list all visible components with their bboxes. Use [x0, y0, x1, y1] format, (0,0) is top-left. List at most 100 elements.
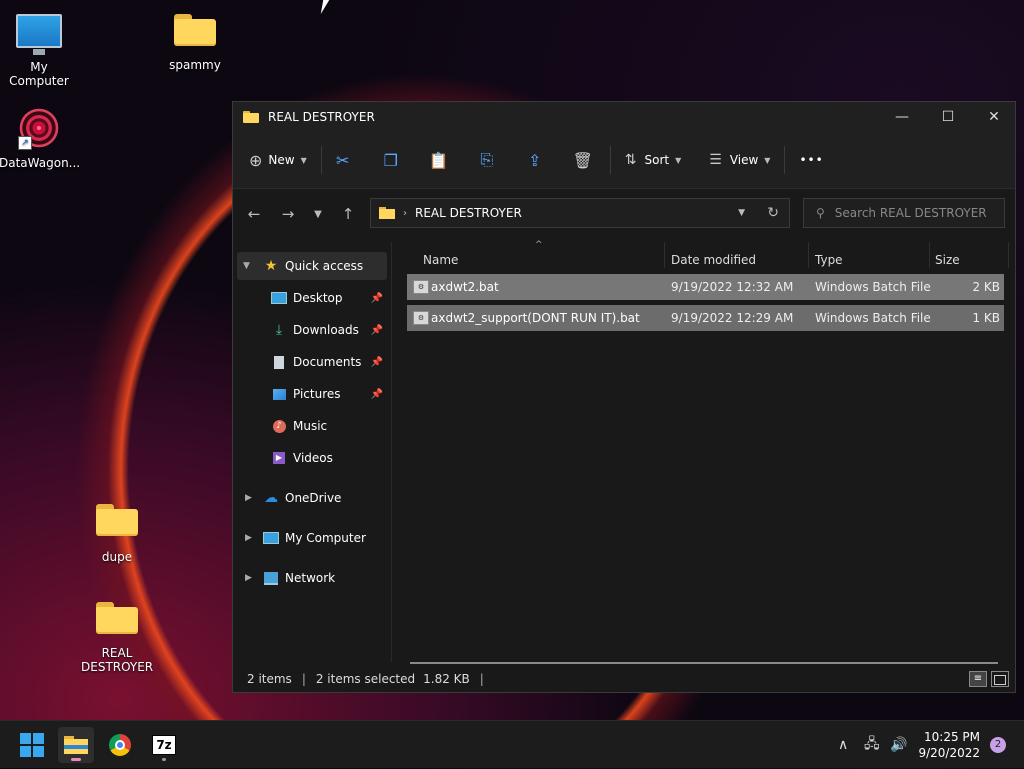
sidebar-item-label: Quick access: [285, 259, 364, 273]
network-icon: [263, 570, 279, 586]
desktop-icon-spammy[interactable]: spammy: [155, 8, 235, 72]
address-bar[interactable]: › REAL DESTROYER ▼ ↻: [370, 198, 790, 228]
taskbar-7zip[interactable]: 7z: [146, 727, 182, 763]
delete-button[interactable]: 🗑: [568, 144, 598, 176]
show-hidden-icons-button[interactable]: ∧: [838, 721, 848, 769]
sidebar-item-onedrive[interactable]: ▶ ☁ OneDrive: [237, 484, 387, 512]
pin-icon[interactable]: 📌: [371, 325, 383, 336]
desktop-icon-real-destroyer[interactable]: REAL DESTROYER: [77, 596, 157, 674]
desktop-icon-datawagon[interactable]: ↗ DataWagon...: [0, 106, 80, 170]
forward-button[interactable]: →: [271, 205, 305, 223]
copy-button[interactable]: ❐: [376, 144, 406, 176]
chevron-down-icon: ▼: [243, 261, 250, 271]
new-button[interactable]: ⊕ New ▼: [241, 144, 315, 176]
sidebar-item-quick-access[interactable]: ▼ ★ Quick access: [237, 252, 387, 280]
sidebar-item-pictures[interactable]: Pictures 📌: [237, 380, 387, 408]
column-divider[interactable]: [664, 242, 665, 268]
sidebar-item-music[interactable]: ♪ Music: [237, 412, 387, 440]
file-explorer-icon: [64, 736, 88, 754]
sidebar-item-my-computer[interactable]: ▶ My Computer: [237, 524, 387, 552]
recent-locations-button[interactable]: ▼: [305, 209, 331, 220]
minimize-button[interactable]: —: [879, 102, 925, 132]
start-button[interactable]: [14, 727, 50, 763]
share-icon: ⇪: [528, 150, 542, 170]
volume-button[interactable]: 🔊: [890, 721, 907, 769]
address-path[interactable]: REAL DESTROYER: [415, 206, 522, 220]
address-dropdown-icon[interactable]: ▼: [738, 208, 745, 218]
back-button[interactable]: ←: [237, 205, 271, 223]
details-view-button[interactable]: ≡: [969, 671, 987, 687]
column-header-date[interactable]: Date modified: [671, 248, 756, 272]
minimize-icon: —: [895, 109, 909, 125]
column-header-name[interactable]: Name: [423, 248, 458, 272]
chevron-down-icon: ▼: [764, 155, 771, 165]
shortcut-arrow-icon: ↗: [18, 136, 32, 150]
pin-icon[interactable]: 📌: [371, 293, 383, 304]
horizontal-scrollbar[interactable]: [410, 662, 998, 664]
copy-icon: ❐: [383, 150, 398, 170]
sidebar-item-desktop[interactable]: Desktop 📌: [237, 284, 387, 312]
search-box[interactable]: ⚲ Search REAL DESTROYER: [803, 198, 1005, 228]
rename-button[interactable]: ⎘: [472, 144, 502, 176]
sidebar-item-label: Desktop: [293, 291, 343, 305]
view-button[interactable]: ☰ View ▼: [701, 144, 778, 176]
folder-icon: [96, 504, 138, 536]
desktop-icon-label: dupe: [101, 550, 133, 564]
maximize-button[interactable]: ☐: [925, 102, 971, 132]
taskbar-chrome[interactable]: [102, 727, 138, 763]
desktop-icon-my-computer[interactable]: My Computer: [0, 10, 79, 88]
taskbar-file-explorer[interactable]: [58, 727, 94, 763]
tiles-view-button[interactable]: [991, 671, 1009, 687]
clock-date: 9/20/2022: [918, 746, 980, 760]
title-bar[interactable]: REAL DESTROYER — ☐ ✕: [233, 102, 1015, 132]
file-size: 2 KB: [972, 280, 1000, 294]
column-divider[interactable]: [808, 242, 809, 268]
windows-logo-icon: [20, 733, 44, 757]
table-row[interactable]: ⚙ axdwt2.bat 9/19/2022 12:32 AM Windows …: [407, 274, 1004, 300]
trash-icon: 🗑: [572, 150, 593, 170]
sidebar-item-videos[interactable]: ▶ Videos: [237, 444, 387, 472]
column-header-type[interactable]: Type: [815, 248, 843, 272]
status-divider: |: [479, 672, 484, 686]
arrow-right-icon: →: [281, 205, 295, 223]
column-divider[interactable]: [929, 242, 930, 268]
file-size: 1 KB: [972, 311, 1000, 325]
file-list: ^ Name Date modified Type Size ⚙ axdwt2.…: [392, 240, 1015, 662]
chevron-down-icon: ▼: [675, 155, 682, 165]
sidebar-item-documents[interactable]: Documents 📌: [237, 348, 387, 376]
refresh-icon[interactable]: ↻: [767, 205, 779, 221]
notification-badge[interactable]: 2: [990, 737, 1006, 753]
sidebar-item-downloads[interactable]: ⤓ Downloads 📌: [237, 316, 387, 344]
cut-button[interactable]: ✂: [328, 144, 358, 176]
column-header-label: Name: [423, 253, 459, 267]
video-icon: ▶: [271, 450, 287, 466]
rename-icon: ⎘: [480, 150, 494, 169]
file-name: axdwt2_support(DONT RUN IT).bat: [431, 311, 640, 325]
chevron-down-icon: ▼: [300, 155, 307, 165]
more-options-button[interactable]: •••: [791, 144, 831, 176]
share-button[interactable]: ⇪: [520, 144, 550, 176]
maximize-icon: ☐: [941, 109, 955, 125]
up-button[interactable]: ↑: [331, 205, 365, 223]
table-row[interactable]: ⚙ axdwt2_support(DONT RUN IT).bat 9/19/2…: [407, 305, 1004, 331]
clock[interactable]: 10:25 PM 9/20/2022: [918, 729, 980, 761]
sort-button[interactable]: ⇅ Sort ▼: [617, 144, 690, 176]
chevron-right-icon: ›: [403, 207, 407, 219]
paste-button[interactable]: 📋: [424, 144, 454, 176]
network-tray-button[interactable]: 🖧: [864, 721, 880, 769]
sidebar-item-label: OneDrive: [285, 491, 342, 505]
new-label: New: [268, 153, 295, 167]
column-divider[interactable]: [1008, 242, 1009, 268]
close-button[interactable]: ✕: [971, 102, 1017, 132]
column-header-size[interactable]: Size: [935, 248, 960, 272]
sidebar-item-network[interactable]: ▶ Network: [237, 564, 387, 592]
pin-icon[interactable]: 📌: [371, 357, 383, 368]
active-indicator: [71, 758, 81, 761]
desktop-icon-dupe[interactable]: dupe: [77, 498, 157, 564]
command-bar: ⊕ New ▼ ✂ ❐ 📋 ⎘ ⇪ 🗑 ⇅ Sort ▼ ☰ View ▼ ••…: [233, 132, 1015, 189]
scissors-icon: ✂: [336, 150, 350, 170]
desktop-icon-label: REAL DESTROYER: [81, 646, 154, 674]
view-label: View: [729, 153, 759, 167]
pin-icon[interactable]: 📌: [371, 389, 383, 400]
picture-icon: [271, 386, 287, 402]
